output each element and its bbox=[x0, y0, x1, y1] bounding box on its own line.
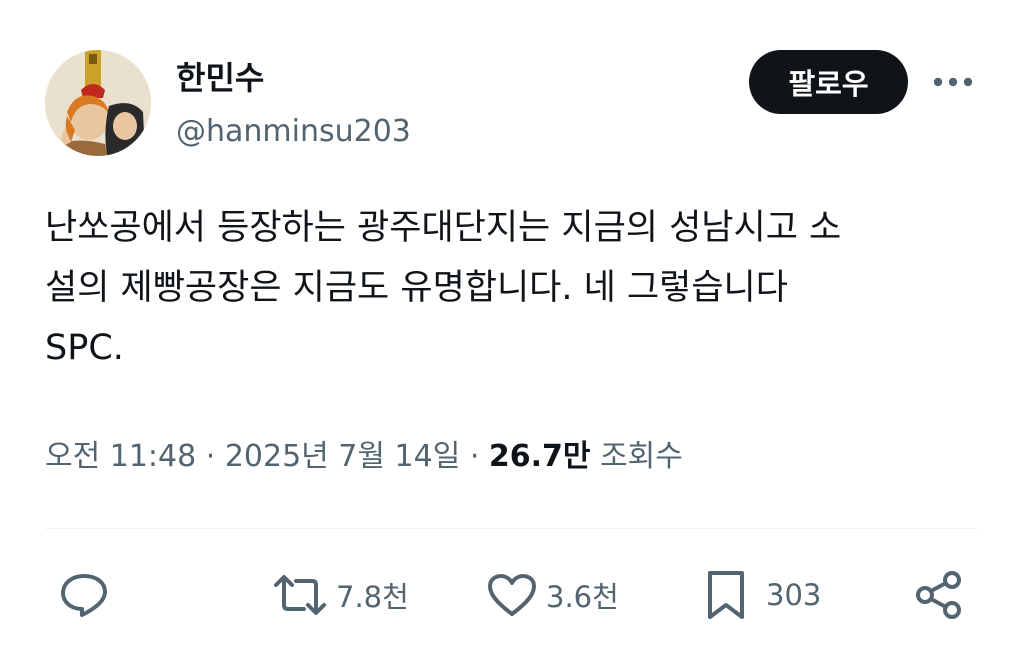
retweet-count: 7.8천 bbox=[336, 580, 409, 614]
bookmark-count: 303 bbox=[766, 578, 822, 612]
divider bbox=[45, 528, 978, 529]
ellipsis-icon bbox=[933, 77, 973, 87]
heart-icon bbox=[488, 574, 536, 616]
avatar[interactable] bbox=[45, 50, 151, 156]
bookmark-button[interactable]: 303 bbox=[704, 570, 821, 620]
avatar-image bbox=[45, 50, 151, 156]
retweet-icon bbox=[274, 575, 326, 615]
more-button[interactable] bbox=[930, 66, 976, 98]
share-icon bbox=[916, 571, 961, 619]
meta-separator: · bbox=[196, 439, 225, 474]
views-label: 조회수 bbox=[600, 439, 683, 474]
tweet-text: 난쏘공에서 등장하는 광주대단지는 지금의 성남시고 소 설의 제빵공장은 지금… bbox=[45, 208, 842, 368]
bookmark-icon bbox=[708, 571, 744, 619]
share-button[interactable] bbox=[914, 570, 964, 620]
retweet-button[interactable]: 7.8천 bbox=[272, 570, 409, 620]
tweet-date[interactable]: 2025년 7월 14일 bbox=[225, 439, 460, 474]
author-display-name[interactable]: 한민수 bbox=[176, 58, 264, 98]
follow-button[interactable]: 팔로우 bbox=[749, 50, 908, 114]
author-handle[interactable]: @hanminsu203 bbox=[176, 112, 411, 152]
tweet-time[interactable]: 오전 11:48 bbox=[45, 439, 196, 474]
meta-separator: · bbox=[460, 439, 489, 474]
views-count: 26.7만 bbox=[488, 439, 591, 474]
reply-button[interactable] bbox=[58, 570, 110, 620]
tweet-meta: 오전 11:48 · 2025년 7월 14일 · 26.7만 조회수 bbox=[45, 435, 683, 479]
like-count: 3.6천 bbox=[546, 580, 619, 614]
like-button[interactable]: 3.6천 bbox=[486, 570, 619, 620]
reply-icon bbox=[61, 574, 107, 617]
